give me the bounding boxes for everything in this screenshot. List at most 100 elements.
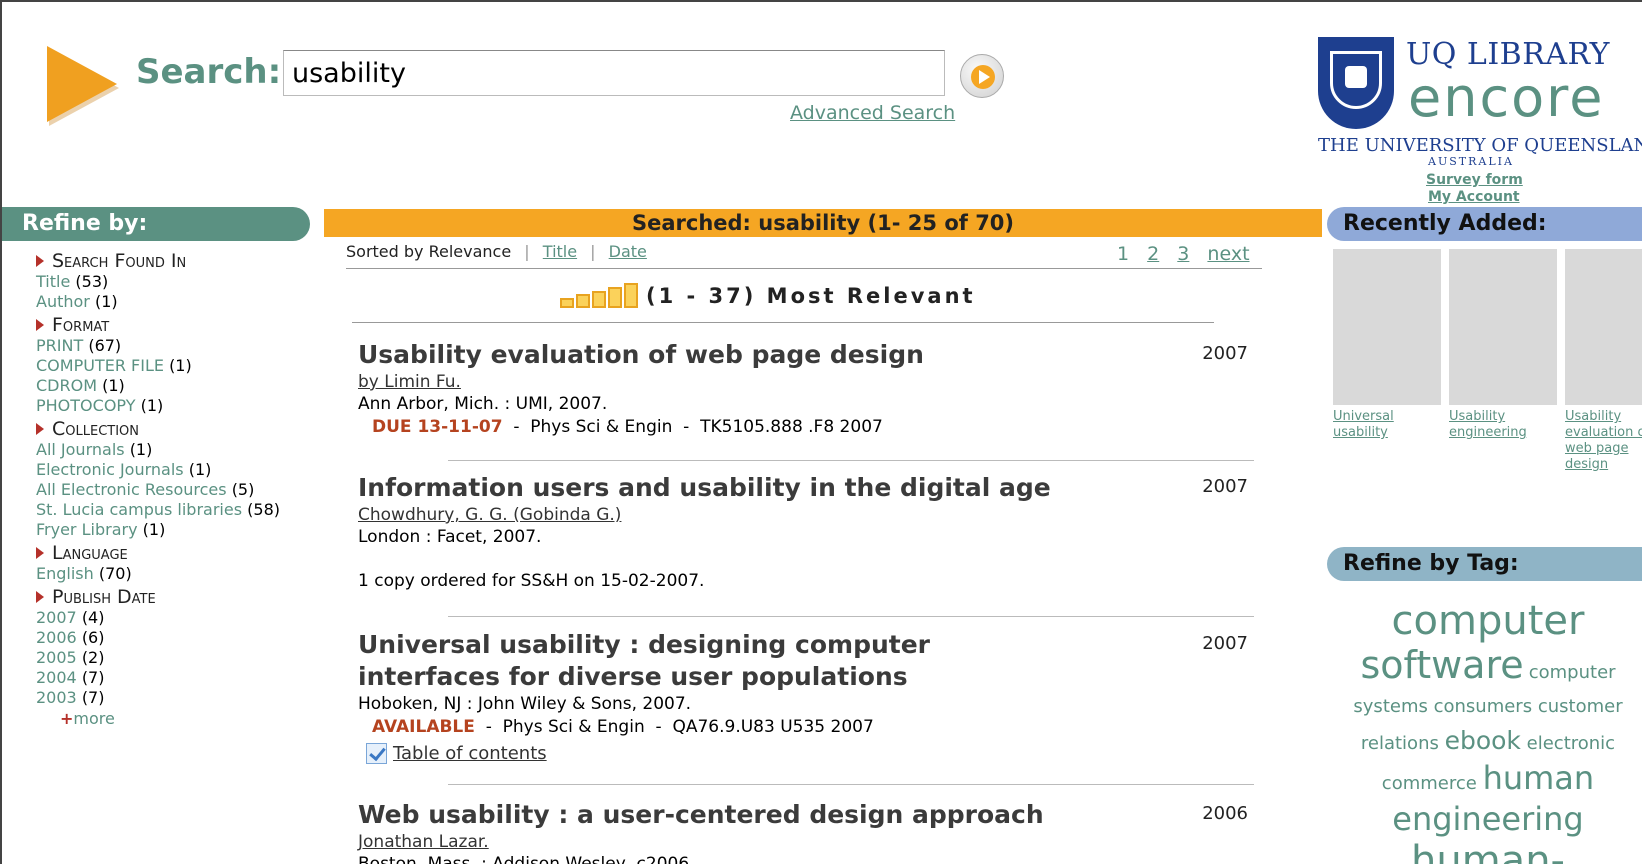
facet-item[interactable]: Author (1) (36, 292, 306, 312)
record-location: - Phys Sci & Engin - QA76.9.U83 U535 200… (474, 717, 874, 737)
page-3-link[interactable]: 3 (1177, 243, 1189, 265)
tag-link[interactable]: electronic (1527, 733, 1615, 754)
record-year: 2007 (1202, 476, 1248, 497)
divider (352, 322, 1214, 323)
record-year: 2007 (1202, 343, 1248, 364)
record-author-link[interactable]: by Limin Fu. (358, 371, 1248, 393)
tag-link[interactable]: consumers (1434, 696, 1533, 717)
facet-list: Search Found In Title (53) Author (1) Fo… (36, 248, 306, 730)
record-title-link[interactable]: Usability evaluation of web page design (358, 339, 1248, 371)
tag-link[interactable]: computer (1392, 598, 1585, 644)
advanced-search-link[interactable]: Advanced Search (790, 102, 955, 124)
result-record: Usability evaluation of web page design … (358, 339, 1248, 439)
sort-relevance[interactable]: Relevance (429, 242, 512, 261)
facet-item[interactable]: St. Lucia campus libraries (58) (36, 500, 306, 520)
facet-item[interactable]: 2004 (7) (36, 668, 306, 688)
tag-link[interactable]: customer (1538, 696, 1623, 717)
record-title-link[interactable]: Universal usability : designing computer… (358, 629, 1078, 693)
result-record: Information users and usability in the d… (358, 472, 1248, 592)
facet-item[interactable]: COMPUTER FILE (1) (36, 356, 306, 376)
expand-triangle-icon (36, 547, 44, 559)
facet-item[interactable]: All Electronic Resources (5) (36, 480, 306, 500)
facet-item[interactable]: 2005 (2) (36, 648, 306, 668)
relevance-bar-icon (592, 291, 606, 308)
facet-item[interactable]: 2007 (4) (36, 608, 306, 628)
record-publication: Ann Arbor, Mich. : UMI, 2007. (358, 394, 608, 414)
checkbox-icon[interactable] (366, 743, 387, 764)
page-frame: Search: Advanced Search UQ LIBRARY encor… (0, 0, 1642, 864)
divider (448, 784, 1254, 785)
uq-library-logo: UQ LIBRARY encore THE UNIVERSITY OF QUEE… (1304, 35, 1642, 168)
tag-link[interactable]: systems (1353, 696, 1427, 717)
divider (448, 460, 1254, 461)
facet-heading-publish-date[interactable]: Publish Date (36, 586, 306, 608)
expand-triangle-icon (36, 423, 44, 435)
facet-heading-collection[interactable]: Collection (36, 418, 306, 440)
tag-link[interactable]: relations (1361, 733, 1439, 754)
tag-link[interactable]: human (1483, 759, 1595, 797)
facet-heading-format[interactable]: Format (36, 314, 306, 336)
my-account-link[interactable]: My Account (1428, 189, 1520, 205)
tag-link[interactable]: commerce (1382, 773, 1477, 794)
recent-item-caption[interactable]: Usability evaluation of web page design (1565, 409, 1642, 473)
recently-added-list: Universal usability Usability engineering … (1333, 249, 1642, 473)
toc-link[interactable]: Table of contents (393, 743, 547, 764)
survey-form-link[interactable]: Survey form (1426, 172, 1523, 188)
record-location: - Phys Sci & Engin - TK5105.888 .F8 2007 (502, 417, 883, 437)
facet-item[interactable]: All Journals (1) (36, 440, 306, 460)
sort-title-link[interactable]: Title (543, 242, 577, 261)
record-publication: Hoboken, NJ : John Wiley & Sons, 2007. (358, 694, 692, 714)
more-facets-link[interactable]: +more (60, 708, 306, 730)
facet-item[interactable]: 2006 (6) (36, 628, 306, 648)
logo-product: encore (1408, 66, 1605, 129)
record-author-link[interactable]: Jonathan Lazar. (358, 831, 1248, 853)
refine-heading: Refine by: (2, 207, 310, 241)
recent-item[interactable]: Usability evaluation of web page design (1565, 249, 1642, 473)
book-cover-image[interactable] (1333, 249, 1441, 405)
book-cover-image[interactable] (1449, 249, 1557, 405)
recent-item[interactable]: Universal usability (1333, 249, 1443, 473)
tag-link[interactable]: software (1360, 643, 1523, 687)
facet-item[interactable]: 2003 (7) (36, 688, 306, 708)
result-record: Web usability : a user-centered design a… (358, 799, 1248, 864)
recent-item[interactable]: Usability engineering (1449, 249, 1559, 473)
expand-triangle-icon (36, 591, 44, 603)
recent-item-caption[interactable]: Usability engineering (1449, 409, 1559, 441)
tag-cloud: computer software computer systems consu… (1338, 598, 1638, 864)
tag-link[interactable]: human- (1411, 838, 1565, 864)
tag-link[interactable]: ebook (1445, 726, 1521, 755)
facet-heading-language[interactable]: Language (36, 542, 306, 564)
tag-link[interactable]: engineering (1392, 800, 1583, 838)
page-1[interactable]: 1 (1117, 243, 1129, 265)
recent-item-caption[interactable]: Universal usability (1333, 409, 1443, 441)
search-go-button[interactable] (960, 54, 1004, 98)
record-holding: DUE 13-11-07 - Phys Sci & Engin - TK5105… (372, 415, 1248, 439)
plus-icon: + (60, 709, 74, 728)
relevance-bar-icon (624, 283, 638, 308)
facet-item[interactable]: Fryer Library (1) (36, 520, 306, 540)
pagination: 1 2 3 next (1117, 243, 1262, 265)
facet-item[interactable]: CDROM (1) (36, 376, 306, 396)
page-2-link[interactable]: 2 (1147, 243, 1159, 265)
record-year: 2007 (1202, 633, 1248, 654)
relevance-indicator: (1 - 37) Most Relevant (560, 283, 976, 308)
facet-item[interactable]: Electronic Journals (1) (36, 460, 306, 480)
facet-item[interactable]: Title (53) (36, 272, 306, 292)
record-author-link[interactable]: Chowdhury, G. G. (Gobinda G.) (358, 504, 1248, 526)
facet-heading-search-found-in[interactable]: Search Found In (36, 250, 306, 272)
facet-item[interactable]: English (70) (36, 564, 306, 584)
table-of-contents[interactable]: Table of contents (366, 743, 1248, 764)
record-publication: London : Facet, 2007. (358, 527, 542, 547)
book-cover-image[interactable] (1565, 249, 1642, 405)
record-title-link[interactable]: Web usability : a user-centered design a… (358, 799, 1248, 831)
sort-date-link[interactable]: Date (609, 242, 647, 261)
next-page-link[interactable]: next (1207, 243, 1249, 265)
logo-country: AUSTRALIA (1428, 155, 1514, 168)
logo-university: THE UNIVERSITY OF QUEENSLAND (1318, 135, 1642, 156)
facet-item[interactable]: PRINT (67) (36, 336, 306, 356)
record-title-link[interactable]: Information users and usability in the d… (358, 472, 1248, 504)
record-order-note: 1 copy ordered for SS&H on 15-02-2007. (358, 571, 705, 591)
search-input[interactable] (283, 50, 945, 96)
facet-item[interactable]: PHOTOCOPY (1) (36, 396, 306, 416)
tag-link[interactable]: computer (1529, 662, 1616, 683)
